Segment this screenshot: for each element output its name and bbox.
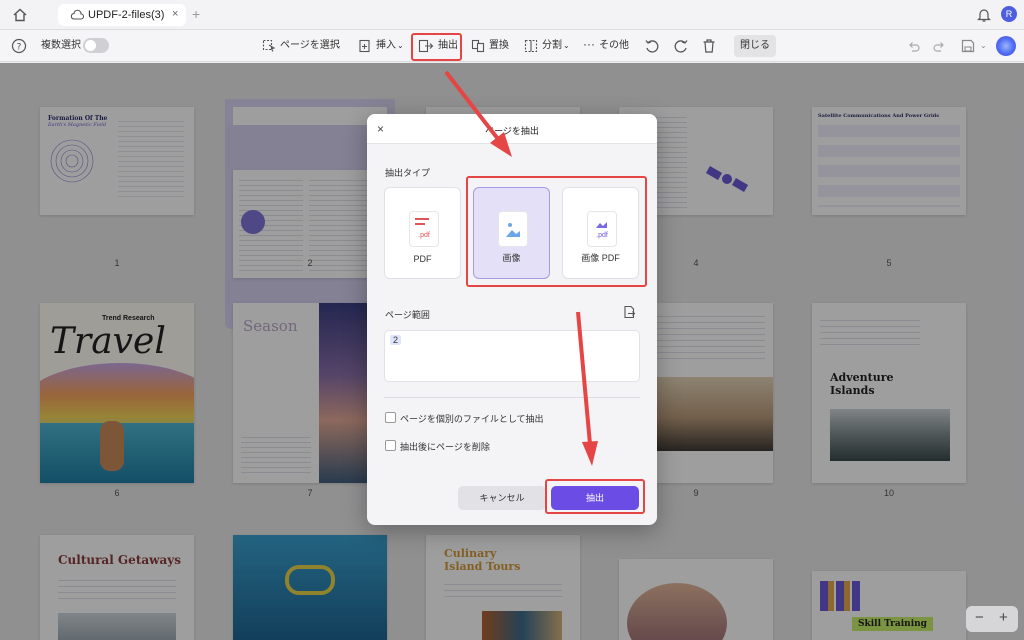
annotation-arrows: [444, 70, 598, 466]
arrow-to-extract-button: [576, 311, 598, 466]
arrow-to-dialog: [444, 70, 512, 157]
